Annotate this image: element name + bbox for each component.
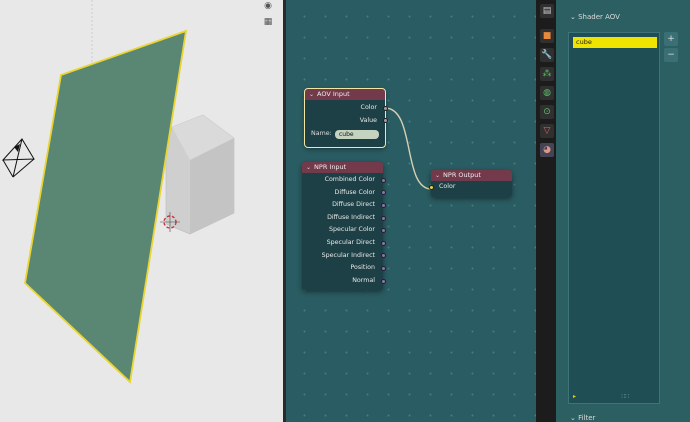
socket-output[interactable]: [380, 253, 386, 259]
data-tab-icon[interactable]: ▽: [540, 124, 554, 138]
node-header[interactable]: ⌄ AOV Input: [305, 89, 385, 100]
socket-label: Position: [350, 264, 375, 272]
camera-view-icon[interactable]: ◉: [262, 0, 274, 12]
socket-output[interactable]: [380, 240, 386, 246]
socket-label: Diffuse Direct: [332, 201, 375, 209]
node-title: AOV Input: [317, 90, 350, 98]
list-grip-icon[interactable]: ∷∷: [621, 393, 629, 400]
node-editor[interactable]: ⌄ AOV Input Color Value Name: cube ⌄ NPR…: [286, 0, 536, 422]
collapse-chevron-icon[interactable]: ⌄: [435, 170, 440, 181]
object-tab-icon[interactable]: ■: [540, 29, 554, 43]
output-socket-row: Normal: [302, 275, 386, 288]
list-resize-handle-icon[interactable]: ▸: [573, 393, 576, 400]
name-input[interactable]: cube: [335, 129, 379, 139]
aov-list[interactable]: cube ▸ ∷∷: [568, 32, 660, 404]
3d-viewport[interactable]: ◉ ▦: [0, 0, 283, 422]
collapse-chevron-icon[interactable]: ⌄: [306, 162, 311, 173]
particles-tab-icon[interactable]: ⁂: [540, 67, 554, 81]
socket-output[interactable]: [380, 278, 386, 284]
properties-panel: ⌄ Shader AOV cube ▸ ∷∷ + − ⌄ Filter: [556, 0, 690, 422]
input-socket-row: Color: [428, 181, 512, 194]
socket-label: Value: [359, 116, 377, 124]
name-label: Name:: [311, 130, 332, 138]
expand-chevron-icon: ⌄: [570, 13, 579, 21]
socket-output[interactable]: [380, 228, 386, 234]
aov-input-node[interactable]: ⌄ AOV Input Color Value Name: cube: [304, 88, 388, 148]
plane-object[interactable]: [24, 29, 188, 384]
properties-tabs: ▤ ■ 🔧 ⁂ ◍ ⊙ ▽ ◕: [536, 0, 556, 422]
socket-output[interactable]: [380, 265, 386, 271]
physics-tab-icon[interactable]: ◍: [540, 86, 554, 100]
filter-label: Filter: [578, 414, 596, 422]
output-socket-row: Diffuse Color: [302, 187, 386, 200]
collapse-chevron-icon[interactable]: ⌄: [309, 89, 314, 100]
output-socket-row: Specular Color: [302, 224, 386, 237]
node-header[interactable]: ⌄ NPR Input: [302, 162, 383, 173]
output-socket-row: Value: [305, 115, 388, 128]
add-aov-button[interactable]: +: [664, 32, 678, 46]
filter-panel-header[interactable]: ⌄ Filter: [570, 414, 595, 422]
grid-view-icon[interactable]: ▦: [262, 16, 274, 28]
panel-title: Shader AOV: [578, 13, 620, 21]
socket-label: Diffuse Color: [334, 188, 375, 196]
shader-aov-panel-header[interactable]: ⌄ Shader AOV: [570, 13, 620, 21]
material-tab-icon[interactable]: ◕: [540, 143, 554, 157]
name-field-row: Name: cube: [305, 127, 385, 141]
socket-label: Color: [360, 104, 377, 111]
output-socket-row: Color: [305, 102, 388, 115]
socket-output[interactable]: [380, 177, 386, 183]
camera-line: [2, 159, 14, 178]
socket-label: Color: [439, 183, 456, 190]
constraints-tab-icon[interactable]: ⊙: [540, 105, 554, 119]
socket-label: Specular Direct: [326, 238, 375, 246]
socket-output[interactable]: [380, 190, 386, 196]
expand-chevron-icon: ⌄: [570, 414, 579, 422]
modifier-tab-icon[interactable]: 🔧: [540, 48, 554, 62]
output-socket-row: Diffuse Indirect: [302, 212, 386, 225]
viewport-scene: [1, 0, 235, 384]
view-layer-tab-icon[interactable]: ▤: [540, 4, 554, 18]
output-socket-row: Specular Indirect: [302, 250, 386, 263]
output-socket-row: Position: [302, 262, 386, 275]
node-header[interactable]: ⌄ NPR Output: [431, 170, 512, 181]
socket-label: Diffuse Indirect: [327, 213, 375, 221]
remove-aov-button[interactable]: −: [664, 48, 678, 62]
socket-output[interactable]: [380, 202, 386, 208]
socket-label: Normal: [352, 276, 375, 284]
socket-color-output[interactable]: [382, 105, 388, 111]
socket-label: Specular Indirect: [321, 251, 375, 259]
socket-output[interactable]: [380, 215, 386, 221]
socket-value-output[interactable]: [382, 118, 388, 124]
socket-label: Combined Color: [324, 176, 375, 183]
node-title: NPR Input: [314, 163, 347, 171]
output-socket-row: Combined Color: [302, 174, 386, 187]
output-socket-row: Diffuse Direct: [302, 199, 386, 212]
socket-color-input[interactable]: [428, 184, 434, 190]
npr-output-node[interactable]: ⌄ NPR Output Color: [428, 170, 512, 197]
node-title: NPR Output: [443, 171, 481, 179]
npr-input-node[interactable]: ⌄ NPR Input Combined Color Diffuse Color…: [302, 162, 386, 290]
list-item[interactable]: cube: [573, 37, 657, 48]
link-color-wire: [384, 107, 433, 190]
socket-label: Specular Color: [329, 226, 375, 234]
output-socket-row: Specular Direct: [302, 237, 386, 250]
